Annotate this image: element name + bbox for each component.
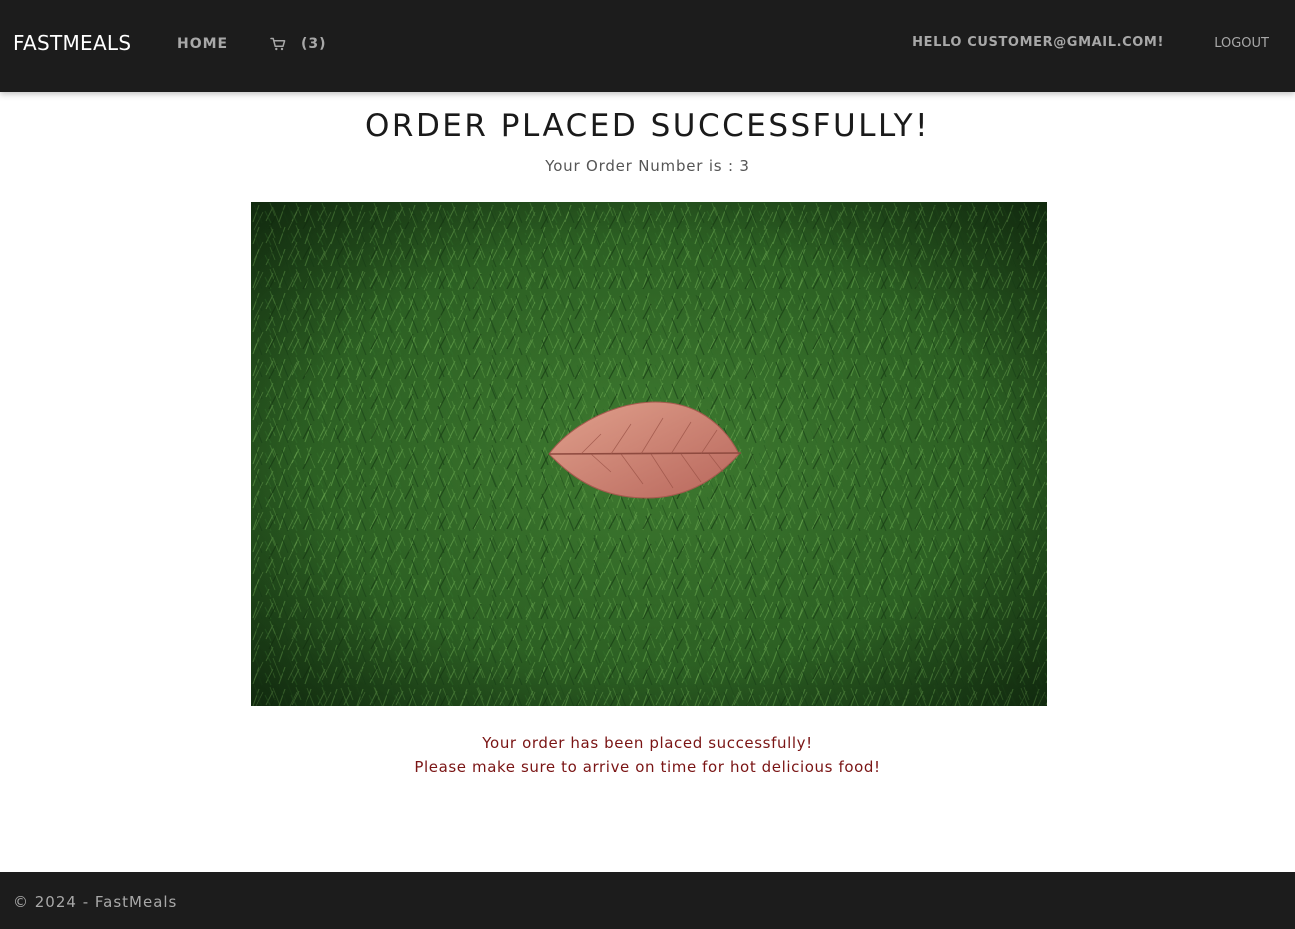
grass-with-leaf-photo [251, 202, 1047, 706]
cart-icon [270, 37, 286, 51]
success-message-line-1: Your order has been placed successfully! [482, 734, 813, 752]
logout-link[interactable]: LOGOUT [1214, 36, 1269, 52]
page-title: ORDER PLACED SUCCESSFULLY! [365, 108, 930, 144]
navbar: FASTMEALS HOME (3) HELLO CUSTOMER@GMAIL.… [0, 0, 1295, 92]
order-number: Your Order Number is : 3 [545, 157, 750, 175]
footer-copyright: © 2024 - FastMeals [13, 893, 178, 911]
nav-home-link[interactable]: HOME [177, 36, 228, 52]
brand-logo[interactable]: FASTMEALS [13, 31, 131, 55]
nav-cart-link[interactable]: (3) [270, 35, 327, 53]
success-message-line-2: Please make sure to arrive on time for h… [414, 758, 881, 776]
footer: © 2024 - FastMeals [0, 872, 1295, 929]
success-message: Your order has been placed successfully!… [0, 731, 1295, 779]
user-greeting[interactable]: HELLO CUSTOMER@GMAIL.COM! [912, 35, 1164, 51]
cart-count: (3) [301, 36, 327, 52]
